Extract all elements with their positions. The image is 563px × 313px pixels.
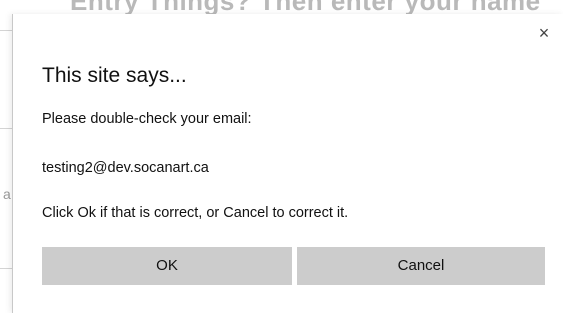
background-divider	[0, 268, 12, 269]
ok-button[interactable]: OK	[42, 247, 292, 285]
background-text: a	[3, 186, 11, 202]
background-divider	[0, 30, 12, 31]
alert-dialog: × This site says... Please double-check …	[12, 14, 563, 313]
dialog-message-line: Click Ok if that is correct, or Cancel t…	[42, 205, 349, 221]
dialog-email-text: testing2@dev.socanart.ca	[42, 160, 209, 176]
dialog-title: This site says...	[42, 64, 187, 87]
browser-page: Entry Things? Then enter your name a × T…	[0, 0, 563, 313]
close-icon[interactable]: ×	[533, 22, 555, 44]
cancel-button[interactable]: Cancel	[297, 247, 545, 285]
dialog-message-line: Please double-check your email:	[42, 111, 252, 127]
background-divider	[0, 128, 12, 129]
